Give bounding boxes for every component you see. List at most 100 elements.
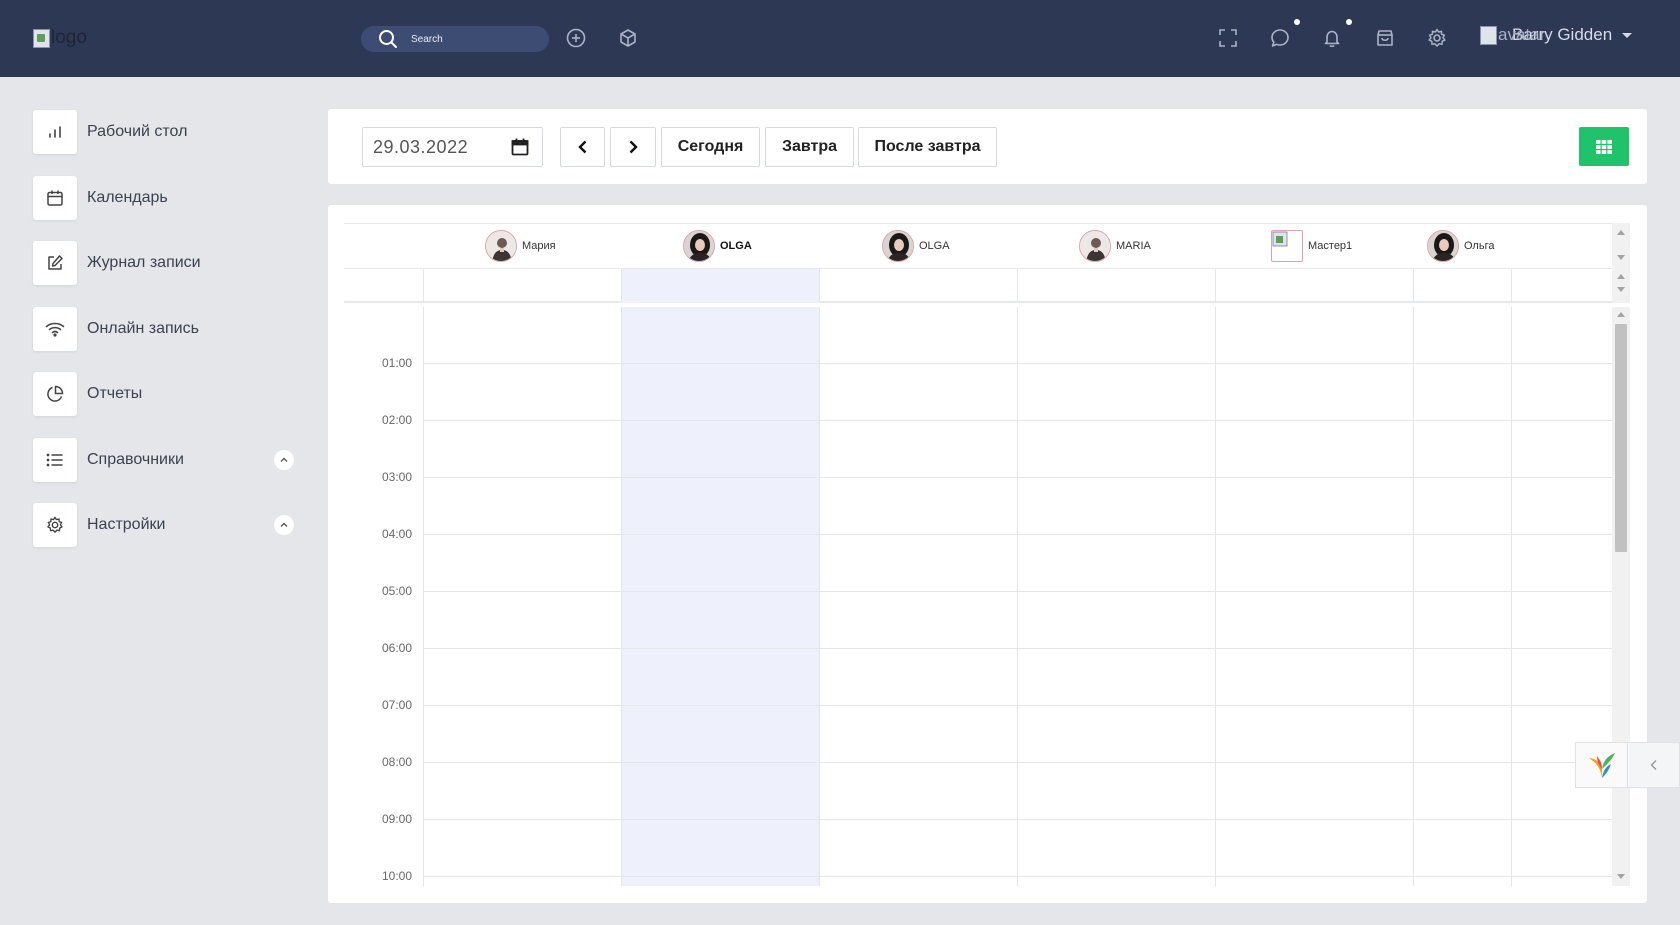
hour-line	[423, 705, 1612, 706]
chevron-left-icon[interactable]	[1628, 743, 1679, 787]
box-icon[interactable]	[616, 26, 640, 50]
master-name: MARIA	[1116, 240, 1151, 252]
avatar	[882, 230, 914, 262]
broken-image-icon	[33, 28, 50, 48]
scroll-up-icon[interactable]	[1617, 274, 1625, 279]
selected-column-highlight	[621, 269, 819, 303]
debug-toolbar-widget[interactable]	[1575, 742, 1680, 788]
chevron-up-icon[interactable]	[274, 449, 294, 470]
logo-alt-text: logo	[51, 27, 87, 48]
column-divider	[1413, 269, 1414, 301]
hour-line	[423, 762, 1612, 763]
all-day-scrollbar[interactable]	[1612, 269, 1630, 303]
pie-chart-icon	[33, 372, 77, 416]
prev-day-button[interactable]	[560, 127, 605, 167]
sidebar-item-settings[interactable]: Настройки	[33, 503, 298, 547]
scroll-down-icon[interactable]	[1617, 255, 1625, 260]
master-column-header[interactable]: MARIA	[1079, 230, 1151, 262]
next-day-button[interactable]	[610, 127, 656, 167]
column-divider	[621, 307, 622, 886]
grid-view-button[interactable]	[1579, 127, 1629, 166]
search-box[interactable]	[361, 26, 549, 52]
column-divider	[1215, 269, 1216, 301]
chevron-up-icon[interactable]	[274, 515, 294, 535]
scroll-down-icon[interactable]	[1617, 874, 1625, 879]
sidebar-item-calendar[interactable]: Календарь	[33, 175, 298, 220]
bell-icon[interactable]	[1320, 19, 1352, 50]
schedule-grid: Мария OLGA OLGA MARIA Мастер1 Ольга 01:0…	[344, 223, 1630, 886]
time-label: 09:00	[382, 812, 413, 826]
master-name: OLGA	[919, 240, 950, 252]
top-navbar: logo avatar Barry Gidden	[0, 0, 1680, 77]
yii-logo-icon[interactable]	[1576, 743, 1628, 787]
time-grid-scrollbar[interactable]	[1612, 307, 1630, 886]
date-input[interactable]: 29.03.2022	[362, 127, 543, 167]
notification-dot	[1294, 19, 1300, 25]
add-circle-icon[interactable]	[564, 26, 588, 50]
list-icon	[33, 437, 77, 482]
column-divider	[621, 269, 622, 301]
logo[interactable]: logo	[33, 27, 87, 49]
scroll-up-icon[interactable]	[1617, 312, 1625, 317]
master-column-header[interactable]: Мастер1	[1271, 230, 1352, 262]
calendar-icon	[33, 175, 77, 220]
sidebar-item-reports[interactable]: Отчеты	[33, 372, 298, 416]
header-scrollbar[interactable]	[1612, 223, 1630, 269]
time-label: 07:00	[382, 698, 413, 712]
all-day-row[interactable]	[344, 269, 1612, 303]
after-tomorrow-button[interactable]: После завтра	[858, 127, 997, 167]
avatar-alt-text: avatar	[1498, 25, 1546, 44]
column-divider	[1413, 307, 1414, 886]
search-input[interactable]	[411, 33, 541, 45]
caret-down-icon	[1622, 32, 1633, 38]
avatar	[1079, 230, 1111, 262]
avatar	[683, 230, 715, 262]
bar-chart-icon	[33, 110, 77, 154]
user-menu[interactable]: avatar Barry Gidden	[1480, 25, 1633, 45]
sidebar-item-directories[interactable]: Справочники	[33, 437, 298, 482]
gear-icon[interactable]	[1425, 26, 1449, 50]
sidebar-item-online-booking[interactable]: Онлайн запись	[33, 306, 298, 351]
master-column-header[interactable]: OLGA	[683, 230, 752, 262]
sidebar-item-label: Журнал записи	[87, 254, 201, 271]
time-grid[interactable]: 01:00 02:00 03:00 04:00 05:00 06:00 07:0…	[344, 307, 1612, 886]
calendar-icon[interactable]	[510, 137, 530, 162]
gear-icon	[33, 503, 77, 547]
avatar	[485, 230, 517, 262]
time-label: 04:00	[382, 527, 413, 541]
time-label: 08:00	[382, 755, 413, 769]
avatar	[1427, 230, 1459, 262]
shopping-bag-icon[interactable]	[1373, 26, 1397, 50]
master-column-header[interactable]: Ольга	[1427, 230, 1494, 262]
column-divider	[1215, 307, 1216, 886]
column-divider	[1017, 269, 1018, 301]
hour-line	[423, 420, 1612, 421]
chat-icon[interactable]	[1268, 19, 1300, 50]
master-name: OLGA	[720, 240, 752, 252]
scroll-up-icon[interactable]	[1617, 230, 1625, 235]
time-label: 01:00	[382, 356, 413, 370]
today-button[interactable]: Сегодня	[661, 127, 760, 167]
hour-line	[423, 477, 1612, 478]
notification-dot	[1346, 19, 1352, 25]
sidebar-item-label: Рабочий стол	[87, 123, 188, 140]
time-label: 03:00	[382, 470, 413, 484]
time-label: 10:00	[382, 869, 413, 883]
sidebar-item-dashboard[interactable]: Рабочий стол	[33, 110, 298, 154]
master-column-header[interactable]: OLGA	[882, 230, 950, 262]
sidebar: Рабочий стол Календарь Журнал записи Онл…	[33, 110, 298, 569]
master-name: Мастер1	[1308, 240, 1353, 252]
sidebar-item-label: Онлайн запись	[87, 319, 199, 337]
fullscreen-icon[interactable]	[1216, 26, 1240, 50]
edit-icon	[33, 241, 77, 285]
master-column-header[interactable]: Мария	[485, 230, 556, 262]
time-label: 05:00	[382, 584, 413, 598]
sidebar-item-journal[interactable]: Журнал записи	[33, 241, 298, 285]
scroll-down-icon[interactable]	[1617, 287, 1625, 292]
column-divider	[1017, 307, 1018, 886]
tomorrow-button[interactable]: Завтра	[765, 127, 854, 167]
chevron-right-icon	[629, 140, 638, 154]
schedule-panel: Мария OLGA OLGA MARIA Мастер1 Ольга 01:0…	[328, 205, 1647, 903]
scrollbar-thumb[interactable]	[1615, 324, 1627, 552]
hour-line	[423, 591, 1612, 592]
